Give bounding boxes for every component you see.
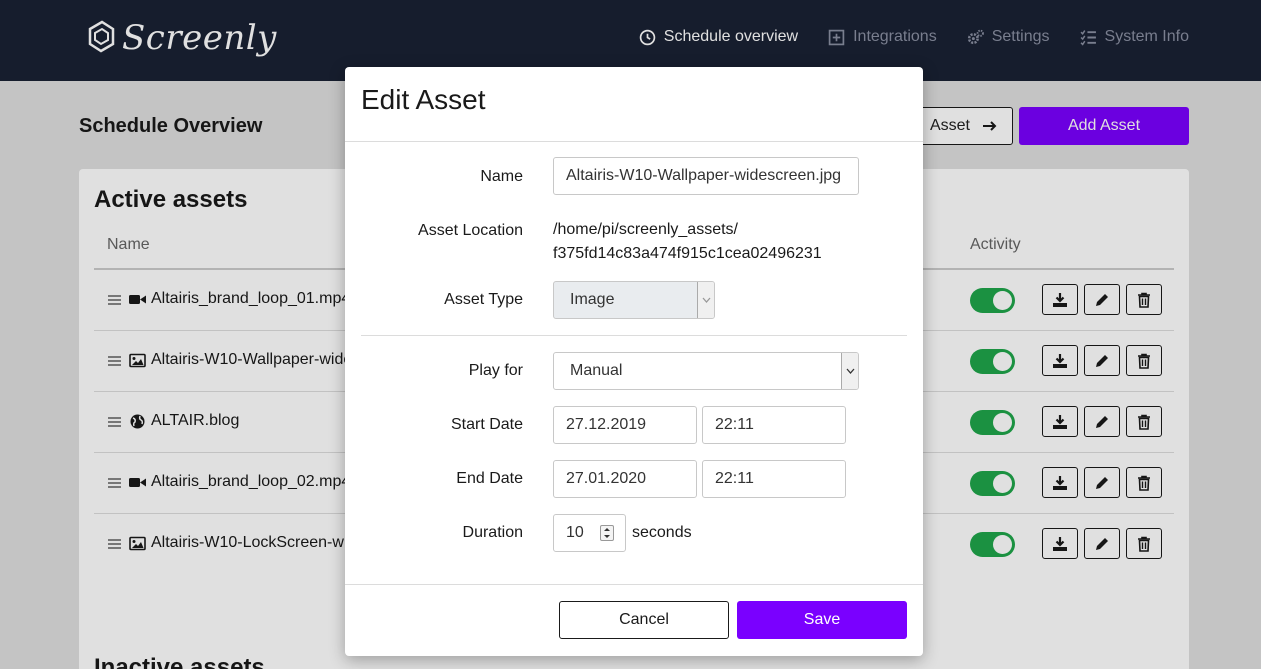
asset-location-value: /home/pi/screenly_assets/ f375fd14c83a47…: [553, 218, 822, 266]
modal-footer-divider: [345, 584, 923, 585]
asset-type-select: Image: [553, 281, 715, 319]
cancel-button[interactable]: Cancel: [559, 601, 729, 639]
edit-asset-modal: Edit Asset Name Altairis-W10-Wallpaper-w…: [345, 67, 923, 656]
chevron-down-icon: [697, 282, 714, 318]
duration-label: Duration: [462, 524, 523, 541]
play-for-label: Play for: [468, 362, 523, 379]
end-date-label: End Date: [456, 470, 523, 487]
play-for-value: Manual: [570, 362, 623, 379]
asset-type-label: Asset Type: [444, 291, 523, 308]
duration-input[interactable]: 10: [553, 514, 626, 552]
modal-title: Edit Asset: [361, 84, 486, 115]
start-time-input[interactable]: 22:11: [702, 406, 846, 444]
asset-type-value: Image: [570, 291, 615, 308]
play-for-select[interactable]: Manual: [553, 352, 859, 390]
name-label: Name: [480, 168, 523, 185]
duration-unit: seconds: [632, 524, 692, 541]
chevron-down-icon: [841, 353, 858, 389]
asset-location-label: Asset Location: [418, 222, 523, 239]
section-divider: [361, 335, 907, 336]
end-date-input[interactable]: 27.01.2020: [553, 460, 697, 498]
asset-location-line1: /home/pi/screenly_assets/: [553, 221, 738, 238]
start-date-label: Start Date: [450, 416, 523, 433]
duration-value: 10: [566, 524, 584, 541]
end-time-input[interactable]: 22:11: [702, 460, 846, 498]
spinner-arrows-icon[interactable]: [600, 525, 614, 541]
save-button[interactable]: Save: [737, 601, 907, 639]
name-input[interactable]: Altairis-W10-Wallpaper-widescreen.jpg: [553, 157, 859, 195]
modal-header-divider: [345, 141, 923, 142]
asset-location-line2: f375fd14c83a474f915c1cea02496231: [553, 245, 822, 262]
start-date-input[interactable]: 27.12.2019: [553, 406, 697, 444]
